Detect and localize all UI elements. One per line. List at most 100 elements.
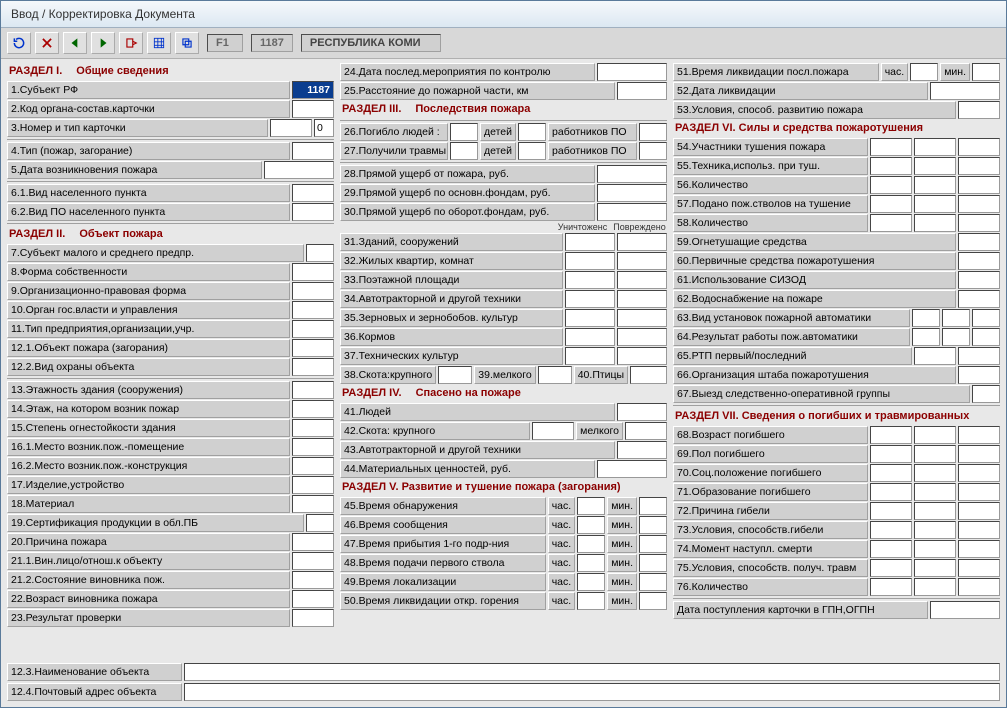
inp-f2[interactable]	[292, 100, 334, 118]
inp-f33b[interactable]	[617, 271, 667, 289]
inp-f57a[interactable]	[870, 195, 912, 213]
inp-f6-1[interactable]	[292, 184, 334, 202]
inp-f63b[interactable]	[942, 309, 970, 327]
inp-f39[interactable]	[538, 366, 572, 384]
inp-f26a[interactable]	[450, 123, 478, 141]
inp-f49h[interactable]	[577, 573, 605, 591]
inp-f12-2[interactable]	[292, 358, 334, 376]
inp-f67[interactable]	[972, 385, 1000, 403]
inp-f30[interactable]	[597, 203, 667, 221]
inp-f66[interactable]	[958, 366, 1000, 384]
inp-f29[interactable]	[597, 184, 667, 202]
inp-f42b[interactable]	[625, 422, 667, 440]
inp-f52[interactable]	[930, 82, 1000, 100]
inp-f50h[interactable]	[577, 592, 605, 610]
inp-f76a[interactable]	[870, 578, 912, 596]
inp-f74c[interactable]	[958, 540, 1000, 558]
inp-f13[interactable]	[292, 381, 334, 399]
inp-f38[interactable]	[438, 366, 472, 384]
inp-f22[interactable]	[292, 590, 334, 608]
inp-f28[interactable]	[597, 165, 667, 183]
inp-f55b[interactable]	[914, 157, 956, 175]
inp-f17[interactable]	[292, 476, 334, 494]
inp-f56a[interactable]	[870, 176, 912, 194]
grid-icon[interactable]	[147, 32, 171, 54]
inp-f46h[interactable]	[577, 516, 605, 534]
inp-f6-2[interactable]	[292, 203, 334, 221]
inp-f70c[interactable]	[958, 464, 1000, 482]
inp-f34a[interactable]	[565, 290, 615, 308]
inp-f68b[interactable]	[914, 426, 956, 444]
inp-f37b[interactable]	[617, 347, 667, 365]
inp-f49m[interactable]	[639, 573, 667, 591]
inp-f11[interactable]	[292, 320, 334, 338]
inp-f76c[interactable]	[958, 578, 1000, 596]
inp-f50m[interactable]	[639, 592, 667, 610]
inp-f33a[interactable]	[565, 271, 615, 289]
inp-f44[interactable]	[597, 460, 667, 478]
inp-f21-1[interactable]	[292, 552, 334, 570]
inp-f24[interactable]	[597, 63, 667, 81]
inp-f12-3[interactable]	[184, 663, 1000, 681]
inp-f7[interactable]	[306, 244, 334, 262]
inp-f51m[interactable]	[972, 63, 1000, 81]
inp-f69a[interactable]	[870, 445, 912, 463]
inp-f41[interactable]	[617, 403, 667, 421]
inp-f32a[interactable]	[565, 252, 615, 270]
copy-icon[interactable]	[175, 32, 199, 54]
inp-f16-1[interactable]	[292, 438, 334, 456]
inp-f74a[interactable]	[870, 540, 912, 558]
inp-f48m[interactable]	[639, 554, 667, 572]
inp-f14[interactable]	[292, 400, 334, 418]
inp-f31a[interactable]	[565, 233, 615, 251]
inp-f56b[interactable]	[914, 176, 956, 194]
inp-f68a[interactable]	[870, 426, 912, 444]
inp-f8[interactable]	[292, 263, 334, 281]
inp-f68c[interactable]	[958, 426, 1000, 444]
inp-f57b[interactable]	[914, 195, 956, 213]
inp-f36a[interactable]	[565, 328, 615, 346]
inp-f34b[interactable]	[617, 290, 667, 308]
prev-icon[interactable]	[63, 32, 87, 54]
inp-f36b[interactable]	[617, 328, 667, 346]
inp-f64c[interactable]	[972, 328, 1000, 346]
inp-f55c[interactable]	[958, 157, 1000, 175]
inp-f12-1[interactable]	[292, 339, 334, 357]
inp-f25[interactable]	[617, 82, 667, 100]
inp-f71c[interactable]	[958, 483, 1000, 501]
inp-f27a[interactable]	[450, 142, 478, 160]
inp-f59[interactable]	[958, 233, 1000, 251]
inp-f21-2[interactable]	[292, 571, 334, 589]
inp-f26c[interactable]	[639, 123, 667, 141]
inp-f63c[interactable]	[972, 309, 1000, 327]
inp-f27c[interactable]	[639, 142, 667, 160]
inp-f62[interactable]	[958, 290, 1000, 308]
next-icon[interactable]	[91, 32, 115, 54]
inp-f5[interactable]	[264, 161, 334, 179]
close-icon[interactable]	[35, 32, 59, 54]
inp-f71b[interactable]	[914, 483, 956, 501]
inp-f60[interactable]	[958, 252, 1000, 270]
inp-f56c[interactable]	[958, 176, 1000, 194]
inp-f10[interactable]	[292, 301, 334, 319]
inp-f74b[interactable]	[914, 540, 956, 558]
inp-f61[interactable]	[958, 271, 1000, 289]
inp-f70a[interactable]	[870, 464, 912, 482]
inp-f19[interactable]	[306, 514, 334, 532]
inp-f57c[interactable]	[958, 195, 1000, 213]
inp-f32b[interactable]	[617, 252, 667, 270]
inp-fdate[interactable]	[930, 601, 1000, 619]
inp-f45m[interactable]	[639, 497, 667, 515]
refresh-icon[interactable]	[7, 32, 31, 54]
inp-f9[interactable]	[292, 282, 334, 300]
inp-f35b[interactable]	[617, 309, 667, 327]
inp-f58b[interactable]	[914, 214, 956, 232]
inp-f69c[interactable]	[958, 445, 1000, 463]
inp-f54c[interactable]	[958, 138, 1000, 156]
inp-f76b[interactable]	[914, 578, 956, 596]
inp-f75a[interactable]	[870, 559, 912, 577]
inp-f42a[interactable]	[532, 422, 574, 440]
inp-f1[interactable]	[292, 81, 334, 99]
inp-f20[interactable]	[292, 533, 334, 551]
inp-f72c[interactable]	[958, 502, 1000, 520]
